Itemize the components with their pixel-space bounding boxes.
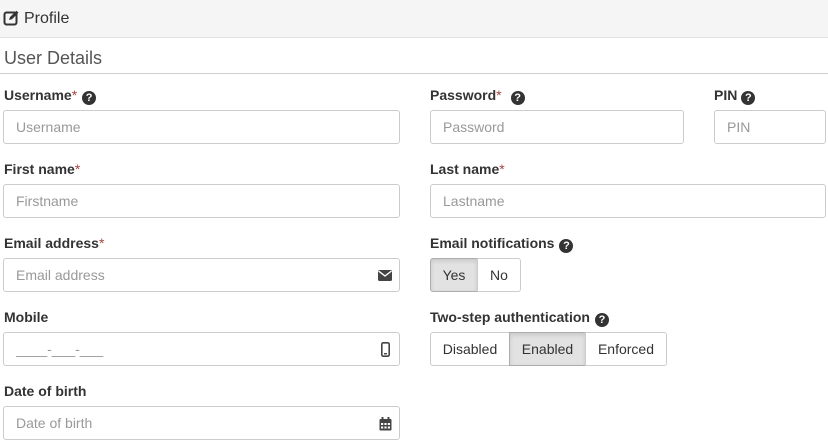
email-notifications-no-button[interactable]: No bbox=[477, 258, 521, 292]
dob-field[interactable] bbox=[3, 406, 400, 440]
mobile-phone-icon bbox=[381, 342, 390, 357]
edit-icon bbox=[3, 10, 19, 26]
last-name-input[interactable] bbox=[431, 185, 825, 217]
email-label: Email address* bbox=[4, 235, 105, 251]
last-name-label: Last name* bbox=[430, 161, 505, 177]
help-icon[interactable]: ? bbox=[82, 91, 97, 105]
help-icon[interactable]: ? bbox=[741, 91, 756, 105]
email-field[interactable] bbox=[3, 258, 400, 292]
page-title: Profile bbox=[24, 10, 70, 27]
two-step-toggle: Disabled Enabled Enforced bbox=[430, 332, 667, 366]
two-step-label: Two-step authentication? bbox=[430, 309, 609, 327]
page-header: Profile bbox=[0, 0, 828, 38]
section-title: User Details bbox=[4, 48, 103, 68]
email-notifications-label: Email notifications? bbox=[430, 235, 574, 253]
email-notifications-toggle: Yes No bbox=[430, 258, 521, 292]
pin-input[interactable] bbox=[715, 111, 825, 143]
password-input[interactable] bbox=[431, 111, 683, 143]
email-input[interactable] bbox=[4, 259, 399, 291]
first-name-label: First name* bbox=[4, 161, 81, 177]
password-field[interactable] bbox=[430, 110, 684, 144]
help-icon[interactable]: ? bbox=[594, 313, 609, 327]
username-field[interactable] bbox=[3, 110, 400, 144]
email-notifications-yes-button[interactable]: Yes bbox=[430, 258, 478, 292]
two-step-enabled-button[interactable]: Enabled bbox=[509, 332, 586, 366]
last-name-field[interactable] bbox=[430, 184, 826, 218]
help-icon[interactable]: ? bbox=[559, 239, 574, 253]
two-step-disabled-button[interactable]: Disabled bbox=[430, 332, 510, 366]
dob-input[interactable] bbox=[4, 407, 399, 439]
envelope-icon bbox=[378, 270, 392, 281]
calendar-icon bbox=[379, 417, 392, 431]
two-step-enforced-button[interactable]: Enforced bbox=[585, 332, 667, 366]
mobile-input[interactable] bbox=[4, 333, 399, 365]
pin-field[interactable] bbox=[714, 110, 826, 144]
mobile-label: Mobile bbox=[4, 309, 49, 325]
help-icon[interactable]: ? bbox=[510, 91, 525, 105]
first-name-field[interactable] bbox=[3, 184, 400, 218]
password-label: Password*? bbox=[430, 87, 525, 105]
section-divider bbox=[0, 73, 828, 74]
mobile-field[interactable] bbox=[3, 332, 400, 366]
pin-label: PIN? bbox=[714, 87, 756, 105]
dob-label: Date of birth bbox=[4, 383, 87, 399]
first-name-input[interactable] bbox=[4, 185, 399, 217]
username-input[interactable] bbox=[4, 111, 399, 143]
username-label: Username*? bbox=[4, 87, 97, 105]
